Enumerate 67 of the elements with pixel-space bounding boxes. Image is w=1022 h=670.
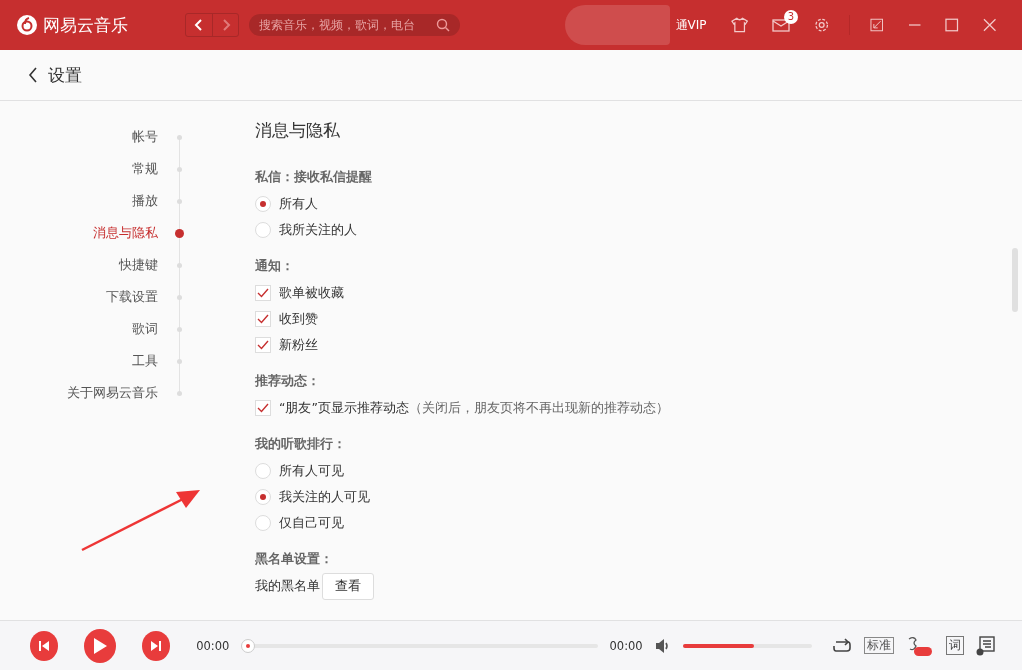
logo-icon [16, 14, 38, 36]
checkbox[interactable] [255, 285, 271, 301]
option-label: 我关注的人可见 [279, 488, 370, 506]
notification-badge: 3 [783, 10, 798, 24]
option-label: “朋友”页显示推荐动态 [279, 399, 409, 417]
repeat-icon[interactable] [832, 637, 852, 654]
group-label: 通知： [255, 258, 295, 275]
group-label: 我的听歌排行： [255, 436, 347, 453]
sound-effect-icon[interactable] [906, 634, 934, 657]
radio-button[interactable] [255, 515, 271, 531]
checkbox[interactable] [255, 311, 271, 327]
search-field[interactable]: 搜索音乐，视频，歌词，电台 [249, 14, 460, 36]
settings-nav-item[interactable]: 帐号 [132, 128, 158, 146]
quality-button[interactable]: 标准 [864, 637, 894, 654]
chevron-left-icon[interactable] [194, 19, 205, 31]
settings-nav-item[interactable]: 消息与隐私 [93, 224, 158, 242]
app-name: 网易云音乐 [43, 13, 128, 37]
radio-button[interactable] [255, 222, 271, 238]
settings-nav-item[interactable]: 下载设置 [106, 288, 158, 306]
mail-icon[interactable] [771, 18, 790, 32]
progress-handle[interactable] [241, 638, 256, 653]
blacklist-label: 我的黑名单 [255, 577, 320, 595]
option-label: 歌单被收藏 [279, 284, 344, 302]
play-button[interactable] [84, 628, 116, 663]
playlist-icon[interactable] [976, 635, 996, 656]
current-time: 00:00 [196, 638, 230, 653]
group-label: 黑名单设置： [255, 551, 334, 568]
option-note: （关闭后，朋友页将不再出现新的推荐动态） [408, 399, 669, 417]
play-icon[interactable] [92, 636, 109, 655]
previous-button[interactable] [30, 630, 59, 661]
settings-nav-item[interactable]: 歌词 [132, 320, 158, 338]
radio-button[interactable] [255, 196, 271, 212]
search-icon[interactable] [435, 18, 450, 32]
next-icon[interactable] [150, 639, 163, 652]
next-button[interactable] [142, 630, 171, 661]
previous-icon[interactable] [38, 639, 51, 652]
shirt-icon[interactable] [730, 17, 748, 33]
volume-icon[interactable] [654, 638, 671, 653]
volume-slider[interactable] [682, 643, 812, 648]
option-label: 我所关注的人 [279, 221, 357, 239]
view-button[interactable]: 查看 [322, 572, 374, 600]
section-title: 消息与隐私 [255, 119, 341, 142]
checkbox[interactable] [255, 337, 271, 353]
scrollbar-thumb[interactable] [1012, 248, 1018, 312]
total-time: 00:00 [609, 638, 643, 653]
vip-link[interactable]: 通VIP [675, 16, 707, 34]
settings-icon[interactable] [813, 17, 830, 33]
radio-button[interactable] [255, 489, 271, 505]
page-title: 设置 [48, 63, 82, 87]
lyric-button[interactable]: 词 [946, 636, 964, 655]
settings-nav-item[interactable]: 快捷键 [119, 256, 158, 274]
option-label: 所有人可见 [279, 462, 344, 480]
option-label: 收到赞 [279, 310, 318, 328]
settings-nav-item[interactable]: 常规 [132, 160, 158, 178]
settings-nav-item[interactable]: 关于网易云音乐 [67, 384, 158, 402]
settings-nav-item[interactable]: 工具 [132, 352, 158, 370]
settings-nav-item[interactable]: 播放 [132, 192, 158, 210]
option-label: 新粉丝 [279, 336, 318, 354]
mini-mode-icon[interactable] [870, 18, 884, 32]
radio-button[interactable] [255, 463, 271, 479]
close-icon[interactable] [982, 18, 996, 32]
checkbox[interactable] [255, 400, 271, 416]
option-label: 仅自己可见 [279, 514, 344, 532]
group-label: 私信：接收私信提醒 [255, 169, 373, 186]
maximize-icon[interactable] [945, 18, 959, 32]
group-label: 推荐动态： [255, 373, 321, 390]
option-label: 所有人 [279, 195, 318, 213]
